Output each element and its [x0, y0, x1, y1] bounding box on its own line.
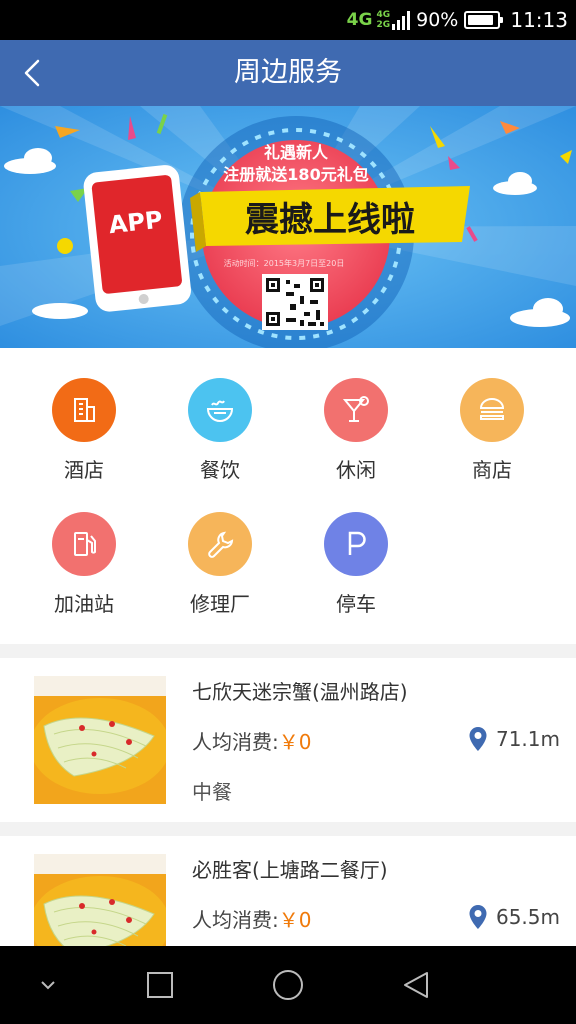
category-gas-station[interactable]: 加油站: [16, 512, 152, 617]
category-dining-label: 餐饮: [200, 458, 240, 482]
avg-price-value: ￥0: [278, 730, 312, 754]
qr-code: [262, 274, 328, 330]
network-indicator: 4G 4G 2G: [346, 10, 411, 30]
category-gas-station-label: 加油站: [54, 592, 114, 616]
location-pin-icon: [469, 727, 487, 751]
distance-value: 71.1m: [495, 727, 560, 751]
square-icon: [147, 972, 173, 998]
category-shop[interactable]: 商店: [424, 378, 560, 483]
avg-price: 人均消费:￥0: [192, 904, 311, 933]
system-nav-bar: [0, 946, 576, 1024]
wrench-icon: [208, 531, 234, 558]
banner-activity-time: 活动时间：2015年3月7日至20日: [224, 258, 345, 268]
category-leisure-label: 休闲: [336, 458, 376, 482]
shop-thumbnail: [34, 676, 166, 804]
fuel-pump-icon: [74, 532, 96, 556]
category-leisure[interactable]: 休闲: [288, 378, 424, 483]
category-hotel-label: 酒店: [64, 458, 104, 482]
burger-icon: [479, 398, 505, 420]
battery-icon: [464, 11, 504, 29]
parking-icon: [348, 531, 366, 555]
network-sim2-label: 2G: [376, 20, 391, 30]
clock: 11:13: [510, 8, 568, 32]
battery-percent: 90%: [416, 9, 459, 31]
bowl-icon: [206, 400, 234, 422]
system-back-button[interactable]: [376, 946, 456, 1024]
page-title: 周边服务: [234, 57, 342, 88]
shop-name: 七欣天迷宗蟹(温州路店): [192, 680, 408, 704]
category-parking[interactable]: 停车: [288, 512, 424, 617]
category-repair-shop-label: 修理厂: [190, 592, 250, 616]
home-button[interactable]: [248, 946, 328, 1024]
category-dining-icon-circle: [188, 378, 252, 442]
hide-keyboard-button[interactable]: [8, 946, 88, 1024]
network-sim1-label: 4G: [376, 10, 391, 20]
category-parking-icon-circle: [324, 512, 388, 576]
category-leisure-icon-circle: [324, 378, 388, 442]
category-grid: 酒店 餐饮 休闲 商店 加油站 修理厂 停车: [0, 348, 576, 644]
avg-price-label: 人均消费:: [192, 730, 279, 754]
banner-app-label: APP: [107, 206, 163, 239]
category-repair-shop-icon-circle: [188, 512, 252, 576]
category-gas-station-icon-circle: [52, 512, 116, 576]
avg-price: 人均消费:￥0: [192, 726, 311, 755]
cocktail-icon: [342, 396, 369, 422]
shop-name: 必胜客(上塘路二餐厅): [192, 858, 388, 882]
avg-price-label: 人均消费:: [192, 908, 279, 932]
promo-banner[interactable]: 礼遇新人 注册就送180元礼包 震撼上线啦 活动时间：2015年3月7日至20日…: [0, 106, 576, 348]
list-item[interactable]: 七欣天迷宗蟹(温州路店) 人均消费:￥0 71.1m 中餐: [0, 658, 576, 822]
avg-price-value: ￥0: [278, 908, 312, 932]
distance: 71.1m: [468, 726, 560, 752]
category-shop-label: 商店: [472, 458, 512, 482]
category-repair-shop[interactable]: 修理厂: [152, 512, 288, 617]
triangle-back-icon: [404, 972, 428, 998]
signal-icon: [392, 10, 411, 30]
banner-headline: 震撼上线啦: [245, 200, 415, 240]
category-dining[interactable]: 餐饮: [152, 378, 288, 483]
network-type-label: 4G: [346, 10, 373, 30]
category-hotel-icon-circle: [52, 378, 116, 442]
status-bar: 4G 4G 2G 90% 11:13: [0, 0, 576, 40]
category-hotel[interactable]: 酒店: [16, 378, 152, 483]
building-icon: [74, 398, 95, 422]
cuisine-tag: 中餐: [192, 780, 232, 804]
banner-line1: 礼遇新人: [264, 143, 329, 162]
banner-line2: 注册就送180元礼包: [223, 165, 368, 184]
recent-apps-button[interactable]: [120, 946, 200, 1024]
circle-icon: [273, 970, 303, 1000]
distance: 65.5m: [468, 904, 560, 930]
distance-value: 65.5m: [495, 905, 560, 929]
app-header: 周边服务: [0, 40, 576, 106]
chevron-down-icon: [41, 981, 55, 990]
category-shop-icon-circle: [460, 378, 524, 442]
category-parking-label: 停车: [336, 592, 376, 616]
location-pin-icon: [469, 905, 487, 929]
